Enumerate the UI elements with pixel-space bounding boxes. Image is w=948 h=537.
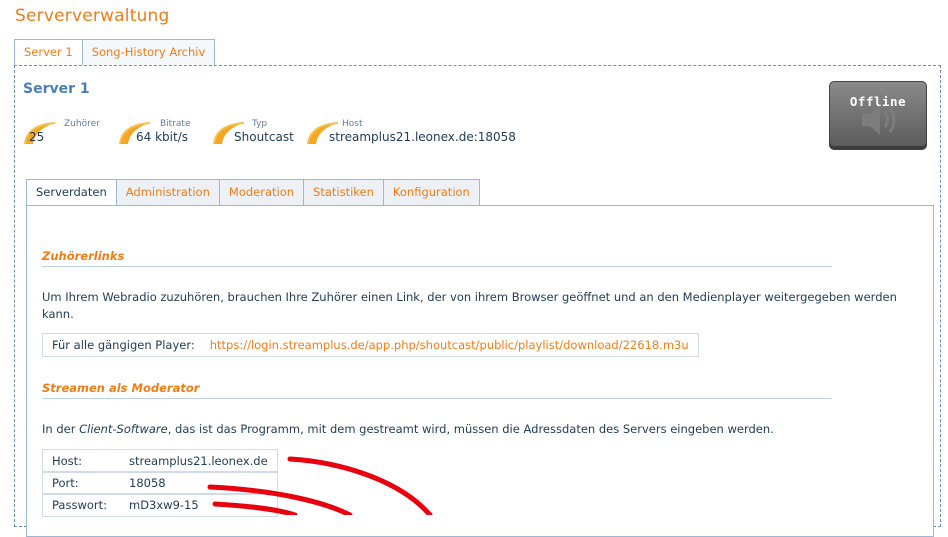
server-title: Server 1 <box>23 81 90 97</box>
tab-konfiguration[interactable]: Konfiguration <box>382 179 480 205</box>
tab-moderation[interactable]: Moderation <box>218 179 305 205</box>
divider <box>42 398 832 399</box>
stat-label: Host <box>342 119 363 129</box>
divider <box>42 266 832 267</box>
host-value: streamplus21.leonex.de <box>129 454 268 468</box>
player-link-label: Für alle gängigen Player: <box>52 338 195 352</box>
tab-statistiken[interactable]: Statistiken <box>303 179 384 205</box>
offline-status-button[interactable]: Offline <box>829 81 927 150</box>
outer-tab-bar: Server 1 Song-History Archiv <box>14 39 216 66</box>
stat-value: streamplus21.leonex.de:18058 <box>329 130 516 144</box>
password-key: Passwort: <box>52 498 108 512</box>
stat-value: 64 kbit/s <box>136 130 188 144</box>
stat-value: Shoutcast <box>234 130 294 144</box>
stat-label: Zuhörer <box>64 119 100 129</box>
tab-serverdaten[interactable]: Serverdaten <box>26 179 117 206</box>
moderator-heading: Streamen als Moderator <box>42 381 200 395</box>
listener-links-heading: Zuhörerlinks <box>42 249 125 263</box>
stat-type: Typ Shoutcast <box>212 119 307 149</box>
stat-value: 25 <box>29 130 45 144</box>
moderator-text: In der Client-Software, das ist das Prog… <box>42 421 922 438</box>
stat-label: Typ <box>252 119 268 129</box>
moderator-text-end: , das ist das Programm, mit dem gestream… <box>167 422 774 436</box>
password-row: Passwort: mD3xw9-15 <box>42 493 278 517</box>
player-link-url[interactable]: https://login.streamplus.de/app.php/shou… <box>210 338 689 352</box>
player-link-box: Für alle gängigen Player: https://login.… <box>42 333 699 357</box>
port-value: 18058 <box>129 476 166 490</box>
host-key: Host: <box>52 454 83 468</box>
stat-host: Host streamplus21.leonex.de:18058 <box>306 119 566 149</box>
tab-server-1[interactable]: Server 1 <box>14 39 83 66</box>
host-row: Host: streamplus21.leonex.de <box>42 449 278 473</box>
tab-administration[interactable]: Administration <box>115 179 220 205</box>
stat-listeners: Zuhörer 25 <box>23 119 113 149</box>
listener-links-text: Um Ihrem Webradio zuzuhören, brauchen Ih… <box>42 290 897 321</box>
client-software-term: Client-Software <box>79 422 168 436</box>
port-key: Port: <box>52 476 79 490</box>
inner-tab-bar: Serverdaten Administration Moderation St… <box>26 179 480 206</box>
server-panel: Server 1 Zuhörer 25 Bitrate 64 kbit/s Ty… <box>14 65 941 537</box>
serverdaten-panel: Zuhörerlinks Um Ihrem Webradio zuzuhören… <box>26 205 934 537</box>
tab-song-history-archiv[interactable]: Song-History Archiv <box>81 39 216 65</box>
password-value: mD3xw9-15 <box>129 498 199 512</box>
port-row: Port: 18058 <box>42 471 278 495</box>
stat-bitrate: Bitrate 64 kbit/s <box>118 119 223 149</box>
stat-label: Bitrate <box>160 119 191 129</box>
offline-label: Offline <box>849 94 907 109</box>
page-title: Serververwaltung <box>15 6 170 26</box>
moderator-text-start: In der <box>42 422 80 436</box>
